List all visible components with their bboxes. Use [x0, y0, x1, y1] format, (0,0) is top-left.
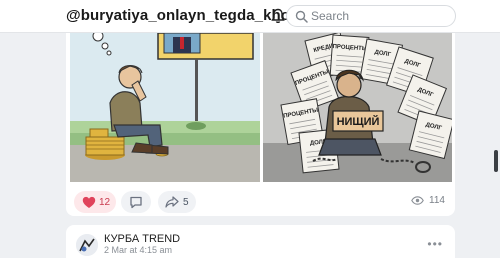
views-counter: 114: [411, 195, 445, 206]
comment-button[interactable]: [121, 191, 151, 213]
heart-icon: [82, 196, 96, 208]
post-author[interactable]: КУРБА TREND: [104, 233, 180, 245]
scrollbar-thumb[interactable]: [494, 150, 498, 172]
more-options-icon[interactable]: •••: [427, 237, 443, 251]
post-card: КУРБА TREND 2 Mar at 4:15 am •••: [66, 225, 455, 258]
search-icon: [295, 10, 308, 23]
beggar-sign-text: НИЩИЙ: [337, 115, 380, 128]
views-count: 114: [429, 195, 445, 206]
share-button[interactable]: 5: [158, 191, 196, 213]
post-timestamp[interactable]: 2 Mar at 4:15 am: [104, 245, 172, 255]
top-bar: @buryatiya_onlayn_tegda_khorins: [0, 0, 500, 33]
post-illustration[interactable]: КРЕДИТ ПРОЦЕНТЫ ДОЛГ ДОЛГ ПРОЦЕНТЫ ДОЛГ ПРОЦЕН…: [70, 33, 452, 182]
like-count: 12: [99, 196, 111, 208]
bell-icon[interactable]: [271, 8, 285, 24]
like-reaction-button[interactable]: 12: [74, 191, 116, 213]
avatar[interactable]: [76, 234, 98, 256]
share-icon: [165, 196, 179, 208]
illustration-panel-poor-man: [70, 33, 260, 182]
illustration-panel-debt: КРЕДИТ ПРОЦЕНТЫ ДОЛГ ДОЛГ ПРОЦЕНТЫ ДОЛГ ПРОЦЕН…: [263, 33, 452, 182]
search-input[interactable]: [311, 8, 449, 24]
post-card: КРЕДИТ ПРОЦЕНТЫ ДОЛГ ДОЛГ ПРОЦЕНТЫ ДОЛГ ПРОЦЕН…: [66, 33, 455, 216]
post-actions: 12 5 114: [66, 191, 455, 213]
share-count: 5: [183, 196, 189, 208]
comment-icon: [130, 196, 142, 208]
search-box[interactable]: [286, 5, 456, 27]
eye-icon: [411, 196, 424, 205]
